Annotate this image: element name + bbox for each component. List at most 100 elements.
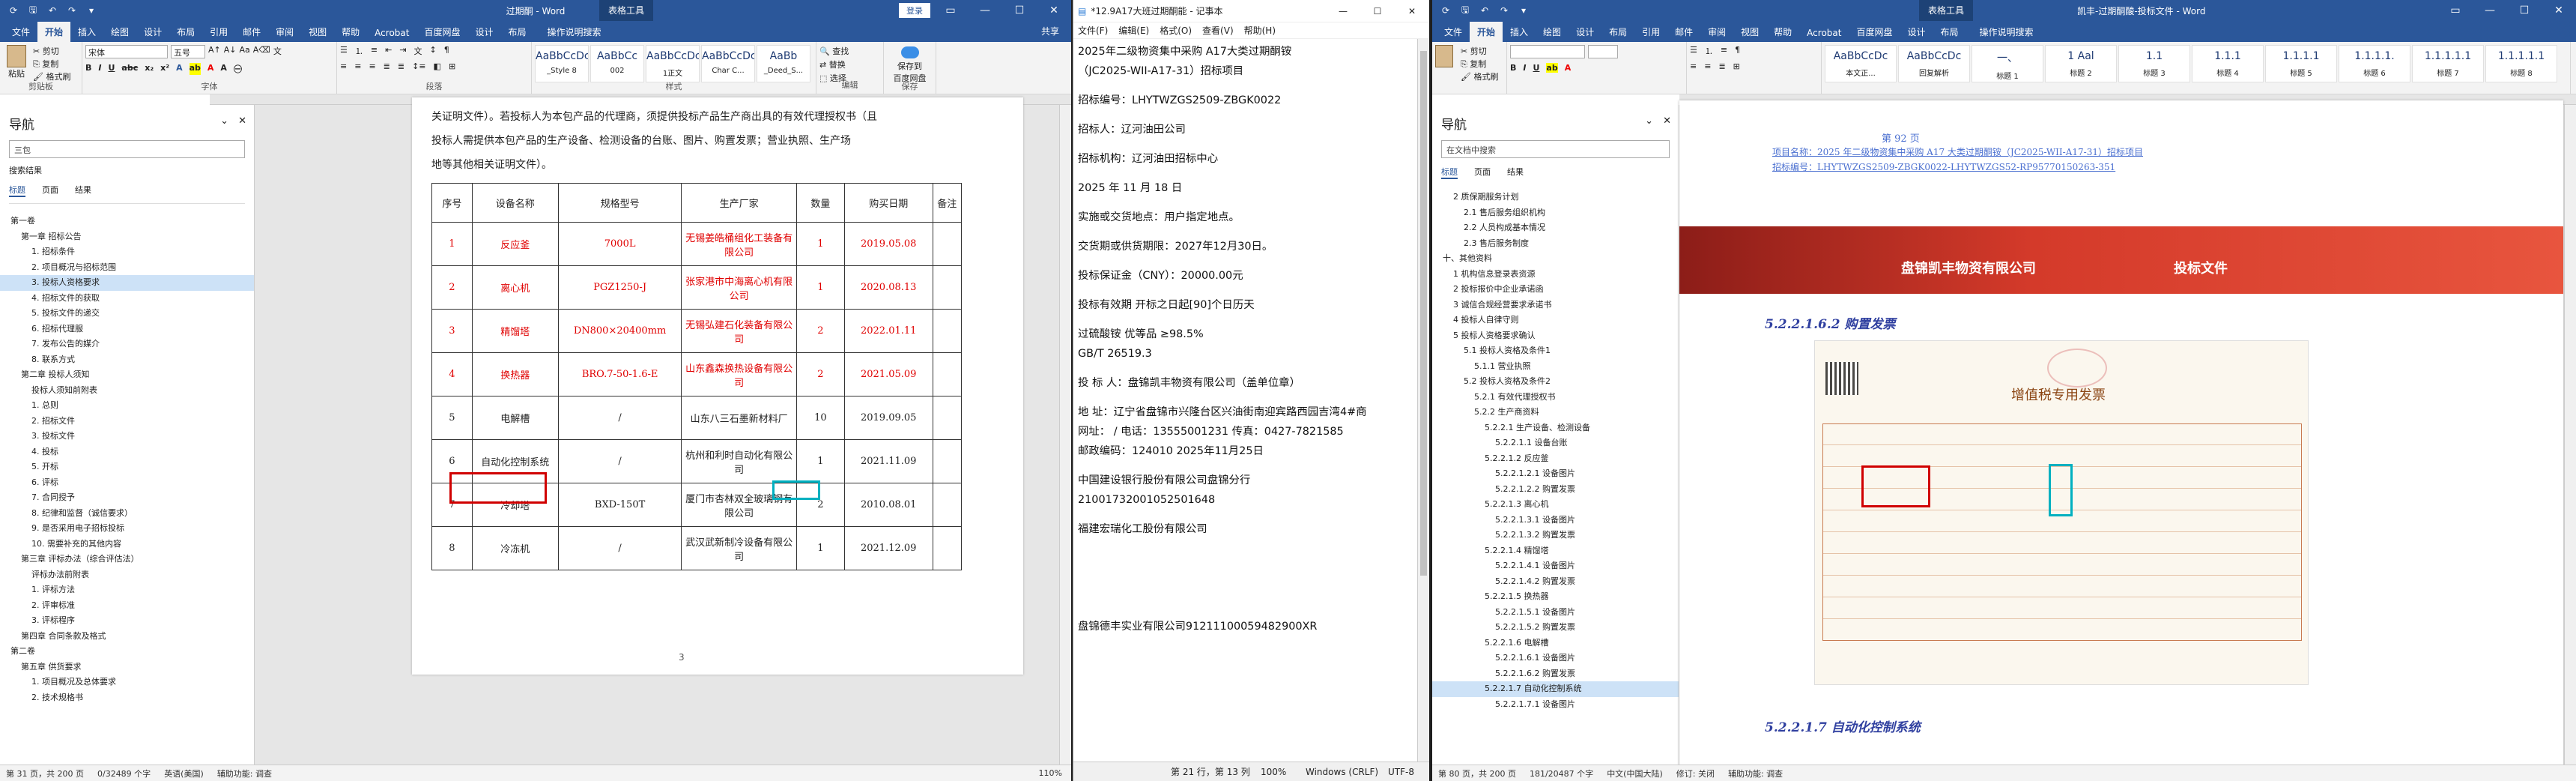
- ribbon-tab[interactable]: 设计: [1569, 22, 1601, 42]
- nav-close-icon[interactable]: ✕: [238, 115, 246, 127]
- bullets-icon[interactable]: ☰: [340, 45, 348, 57]
- nav-heading-item[interactable]: 5.2.2.1.5 换热器: [1432, 589, 1679, 605]
- ribbon-tab[interactable]: 布局: [169, 22, 202, 42]
- word-count[interactable]: 181/20487 个字: [1530, 768, 1593, 780]
- style-gallery-item[interactable]: 1.1.1 标题 4: [2192, 45, 2264, 82]
- redo-icon[interactable]: ↷: [1498, 4, 1510, 16]
- ribbon-tab[interactable]: Acrobat: [1799, 24, 1849, 42]
- nav-heading-item[interactable]: 2 质保期服务计划: [1432, 190, 1679, 205]
- nav-search-input[interactable]: 在文档中搜索: [1441, 140, 1670, 158]
- nav-heading-item[interactable]: 5.2.2.1 生产设备、检测设备: [1432, 420, 1679, 436]
- nav-heading-item[interactable]: 1. 招标条件: [0, 244, 254, 260]
- nav-heading-item[interactable]: 第一章 招标公告: [0, 229, 254, 245]
- nav-heading-item[interactable]: 3. 投标人资格要求: [0, 275, 254, 291]
- find-button[interactable]: 🔍 查找: [819, 45, 880, 58]
- font-size-select[interactable]: [1588, 45, 1618, 58]
- vertical-scrollbar[interactable]: [2564, 105, 2576, 765]
- copy-button[interactable]: ⎘ 复制: [33, 58, 70, 70]
- maximize-button[interactable]: ☐: [1002, 0, 1037, 21]
- nav-heading-item[interactable]: 5.2.2.1.4.2 购置发票: [1432, 574, 1679, 590]
- nav-heading-item[interactable]: 第二章 投标人须知: [0, 367, 254, 383]
- scroll-thumb[interactable]: [1420, 51, 1427, 576]
- nav-heading-item[interactable]: 评标办法前附表: [0, 567, 254, 583]
- zoom-level[interactable]: 110%: [1039, 768, 1062, 778]
- nav-heading-item[interactable]: 5.1.1 营业执照: [1432, 359, 1679, 375]
- project-code-link[interactable]: 招标编号：LHYTWZGS2509-ZBGK0022-LHYTWZGS52-RP…: [1772, 160, 2115, 173]
- ribbon-tab[interactable]: 设计: [467, 22, 500, 42]
- strike-icon[interactable]: abc: [121, 63, 138, 75]
- nav-tab[interactable]: 结果: [75, 184, 91, 197]
- menu-item[interactable]: 文件(F): [1078, 24, 1108, 37]
- nav-heading-item[interactable]: 5.2.2.1.2 反应釜: [1432, 451, 1679, 467]
- underline-icon[interactable]: U: [108, 63, 115, 75]
- nav-heading-item[interactable]: 5.2.2.1.3.1 设备图片: [1432, 513, 1679, 528]
- ribbon-tab[interactable]: 审阅: [1700, 22, 1733, 42]
- nav-heading-item[interactable]: 2. 评审标准: [0, 598, 254, 614]
- ribbon-tab[interactable]: 审阅: [268, 22, 301, 42]
- style-gallery-item[interactable]: 1 Aal 标题 2: [2045, 45, 2117, 82]
- nav-heading-item[interactable]: 5.2.2.1.2.2 购置发票: [1432, 482, 1679, 498]
- text-editor[interactable]: 2025年二级物资集中采购 A17大类过期酮铵 （JC2025-WII-A17-3…: [1073, 39, 1417, 762]
- nav-scroll-up[interactable]: [9, 203, 245, 212]
- nav-heading-item[interactable]: 2 投标报价中企业承诺函: [1432, 282, 1679, 298]
- style-gallery-item[interactable]: 1.1 标题 3: [2118, 45, 2190, 82]
- font-color-icon[interactable]: A: [1565, 63, 1572, 73]
- justify-icon[interactable]: ≣: [1718, 61, 1725, 71]
- word-count[interactable]: 0/32489 个字: [97, 768, 151, 780]
- minimize-button[interactable]: —: [2473, 0, 2507, 21]
- nav-heading-item[interactable]: 1 机构信息登录表资源: [1432, 267, 1679, 283]
- nav-heading-item[interactable]: 8. 联系方式: [0, 352, 254, 368]
- subscript-icon[interactable]: x₂: [145, 63, 154, 75]
- enclose-icon[interactable]: ㊀: [234, 63, 242, 75]
- accessibility[interactable]: 辅助功能: 调查: [1728, 768, 1783, 780]
- page-count[interactable]: 第 31 页，共 200 页: [6, 768, 84, 780]
- font-name-select[interactable]: [1510, 45, 1585, 58]
- nav-heading-item[interactable]: 6. 评标: [0, 475, 254, 491]
- italic-icon[interactable]: I: [1523, 63, 1526, 73]
- nav-heading-item[interactable]: 3 诚信合规经营要求承诺书: [1432, 298, 1679, 313]
- ribbon-tab[interactable]: 引用: [1634, 22, 1667, 42]
- style-gallery-item[interactable]: AaBb _Deed_S...: [757, 45, 810, 82]
- chinese-layout-icon[interactable]: 文: [414, 45, 422, 57]
- ribbon-tab[interactable]: 百度网盘: [1849, 22, 1900, 42]
- style-gallery-item[interactable]: 1.1.1.1. 标题 6: [2339, 45, 2410, 82]
- increase-indent-icon[interactable]: ⇥: [399, 45, 406, 57]
- nav-heading-item[interactable]: 5. 投标文件的递交: [0, 306, 254, 322]
- ribbon-options-icon[interactable]: ▭: [933, 0, 968, 21]
- minimize-button[interactable]: —: [1326, 0, 1360, 22]
- style-gallery-item[interactable]: AaBbCcDc 1正文: [646, 45, 700, 82]
- autosave-icon[interactable]: ⟳: [1440, 4, 1452, 16]
- menu-item[interactable]: 编辑(E): [1118, 24, 1149, 37]
- shrink-font-icon[interactable]: A↓: [224, 45, 237, 58]
- italic-icon[interactable]: I: [98, 63, 101, 75]
- nav-heading-item[interactable]: 2. 项目概况与招标范围: [0, 260, 254, 276]
- undo-icon[interactable]: ↶: [46, 4, 58, 16]
- ribbon-tab[interactable]: 设计: [1900, 22, 1933, 42]
- numbering-icon[interactable]: ⒈: [1705, 45, 1713, 57]
- tell-me-search[interactable]: 操作说明搜索: [540, 22, 609, 42]
- ribbon-tab[interactable]: 布局: [1601, 22, 1634, 42]
- menu-item[interactable]: 查看(V): [1202, 24, 1234, 37]
- nav-heading-item[interactable]: 1. 项目概况及总体要求: [0, 675, 254, 690]
- nav-heading-item[interactable]: 第三章 评标办法（综合评估法）: [0, 552, 254, 567]
- ribbon-tab[interactable]: 帮助: [334, 22, 367, 42]
- phonetic-icon[interactable]: 文: [273, 45, 282, 58]
- menu-item[interactable]: 格式(O): [1160, 24, 1192, 37]
- track-changes[interactable]: 修订: 关闭: [1676, 768, 1715, 780]
- borders-icon[interactable]: ⊞: [1733, 61, 1740, 71]
- text-effect-icon[interactable]: A: [176, 63, 183, 75]
- align-right-icon[interactable]: ≡: [369, 61, 375, 71]
- font-color-icon[interactable]: A: [207, 63, 214, 75]
- style-gallery-item[interactable]: AaBbCcDc 回复解析: [1898, 45, 1970, 82]
- nav-heading-item[interactable]: 5.2.2.1.3 离心机: [1432, 497, 1679, 513]
- maximize-button[interactable]: ☐: [2507, 0, 2542, 21]
- nav-tab[interactable]: 页面: [42, 184, 58, 197]
- char-shading-icon[interactable]: A: [220, 63, 227, 75]
- style-gallery-item[interactable]: AaBbCcDc 本文正...: [1825, 45, 1897, 82]
- align-center-icon[interactable]: ≡: [1704, 61, 1711, 71]
- nav-tab[interactable]: 标题: [1441, 166, 1458, 179]
- autosave-icon[interactable]: ⟳: [7, 4, 19, 16]
- maximize-button[interactable]: ☐: [1360, 0, 1395, 22]
- nav-heading-item[interactable]: 投标人须知前附表: [0, 383, 254, 399]
- save-icon[interactable]: 🖫: [1459, 4, 1471, 16]
